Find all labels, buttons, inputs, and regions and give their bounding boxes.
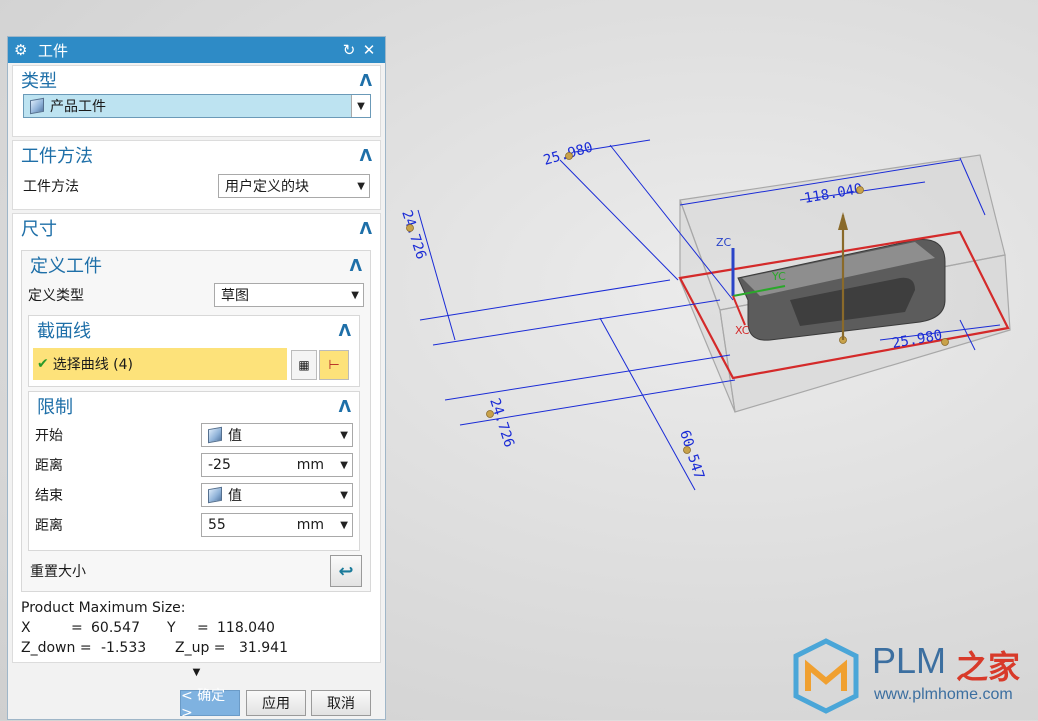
start-value: 值: [228, 428, 242, 444]
close-icon[interactable]: ✕: [359, 41, 379, 59]
axis-yc-label: YC: [771, 270, 786, 283]
dimension-left-upper[interactable]: 24.726: [398, 208, 429, 261]
zdown-label: Z_down =: [21, 640, 92, 656]
plm-logo-icon: [793, 638, 859, 714]
graphics-viewport[interactable]: 25.980 118.040 24.726 24.726 25.980 60.5…: [386, 36, 1038, 636]
checkmark-icon: ✔: [37, 356, 49, 372]
axis-xc-label: XC: [735, 324, 750, 337]
collapse-chevron-icon[interactable]: ᐱ: [350, 256, 362, 275]
distance-start-unit: mm: [296, 457, 324, 473]
chevron-down-icon: ▼: [351, 289, 359, 301]
ok-button[interactable]: < 确定 >: [180, 688, 240, 721]
method-group-header[interactable]: 工件方法 ᐱ: [13, 141, 380, 169]
workpiece-dialog: ⚙ 工件 ↻ ✕ 类型 ᐱ 产品工件 ▼ 工件方法 ᐱ 工件方法 用户定义的块 …: [7, 36, 386, 721]
value-cube-icon: [208, 426, 222, 444]
method-group: 工件方法 ᐱ 工件方法 用户定义的块 ▼: [12, 140, 381, 210]
method-select-value: 用户定义的块: [225, 179, 309, 195]
select-curve-row[interactable]: ✔ 选择曲线 (4): [33, 348, 287, 380]
type-group: 类型 ᐱ 产品工件 ▼: [12, 65, 381, 137]
chevron-down-icon: ▼: [357, 180, 365, 192]
reset-icon[interactable]: ↻: [339, 41, 359, 59]
value-cube-icon: [208, 486, 222, 504]
y-value: 118.040: [217, 620, 275, 636]
chevron-down-icon[interactable]: ▼: [340, 514, 348, 536]
collapse-chevron-icon[interactable]: ᐱ: [360, 71, 372, 90]
product-size-title: Product Maximum Size:: [21, 600, 186, 616]
start-select[interactable]: 值 ▼: [201, 423, 353, 447]
distance-end-unit: mm: [296, 517, 324, 533]
resize-button[interactable]: ↩: [330, 555, 362, 587]
define-workpiece-title: 定义工件: [30, 256, 102, 277]
section-curve-header[interactable]: 截面线 ᐱ: [29, 316, 359, 344]
dimension-left-lower[interactable]: 24.726: [486, 396, 517, 449]
zup-label: Z_up =: [175, 640, 226, 656]
define-workpiece-group: 定义工件 ᐱ 定义类型 草图 ▼ 截面线 ᐱ ✔ 选择曲线 (4) ▦ ⊢ 限制…: [21, 250, 371, 592]
size-group-header[interactable]: 尺寸 ᐱ: [13, 214, 380, 242]
type-select[interactable]: 产品工件 ▼: [23, 94, 371, 118]
product-cube-icon: [30, 97, 44, 115]
method-group-title: 工件方法: [21, 146, 93, 167]
distance-end-value: 55: [208, 517, 226, 533]
distance-start-label: 距离: [35, 458, 63, 474]
define-type-select[interactable]: 草图 ▼: [214, 283, 364, 307]
x-label: X: [21, 620, 31, 636]
collapse-chevron-icon[interactable]: ᐱ: [339, 321, 351, 340]
method-select[interactable]: 用户定义的块 ▼: [218, 174, 370, 198]
distance-end-label: 距离: [35, 518, 63, 534]
collapse-chevron-icon[interactable]: ᐱ: [339, 397, 351, 416]
type-group-header[interactable]: 类型 ᐱ: [13, 66, 380, 94]
more-options-icon[interactable]: ▼: [8, 667, 385, 678]
end-select[interactable]: 值 ▼: [201, 483, 353, 507]
start-label: 开始: [35, 428, 63, 444]
type-select-value: 产品工件: [50, 99, 106, 115]
watermark-url: www.plmhome.com: [874, 686, 1013, 703]
gear-icon: ⚙: [14, 41, 28, 59]
size-group-title: 尺寸: [21, 219, 57, 240]
size-group: 尺寸 ᐱ 定义工件 ᐱ 定义类型 草图 ▼ 截面线 ᐱ ✔ 选择曲线 (4) ▦…: [12, 213, 381, 663]
distance-end-input[interactable]: 55 mm ▼: [201, 513, 353, 537]
watermark-brand: PLM: [872, 640, 947, 681]
plmhome-watermark: PLM 之家 www.plmhome.com: [786, 636, 1036, 716]
zdown-value: -1.533: [101, 640, 147, 656]
x-eq: =: [71, 620, 83, 636]
sketch-section-icon[interactable]: ▦: [291, 350, 317, 380]
y-label: Y: [167, 620, 176, 636]
select-curve-label: 选择曲线 (4): [52, 357, 134, 373]
product-size-info: Product Maximum Size: X = 60.547 Y = 118…: [21, 598, 288, 658]
chevron-down-icon: ▼: [340, 489, 348, 501]
chevron-down-icon[interactable]: ▼: [340, 454, 348, 476]
resize-label: 重置大小: [30, 564, 86, 580]
dialog-titlebar: ⚙ 工件 ↻ ✕: [8, 37, 385, 63]
section-curve-title: 截面线: [37, 321, 91, 342]
apply-button[interactable]: 应用: [246, 690, 306, 716]
type-group-title: 类型: [21, 71, 57, 92]
cancel-button[interactable]: 取消: [311, 690, 371, 716]
chevron-down-icon: ▼: [351, 95, 370, 117]
dimension-bottom[interactable]: 60.547: [676, 428, 707, 481]
chevron-down-icon: ▼: [340, 429, 348, 441]
zup-value: 31.941: [239, 640, 288, 656]
limit-header[interactable]: 限制 ᐱ: [29, 392, 359, 420]
limit-group: 限制 ᐱ 开始 值 ▼ 距离 -25 mm ▼ 结束 值 ▼ 距离 55 mm …: [28, 391, 360, 551]
collapse-chevron-icon[interactable]: ᐱ: [360, 146, 372, 165]
define-workpiece-header[interactable]: 定义工件 ᐱ: [22, 251, 370, 279]
limit-title: 限制: [37, 397, 73, 418]
method-label: 工件方法: [23, 179, 79, 195]
y-eq: =: [197, 620, 209, 636]
dialog-title: 工件: [38, 41, 69, 60]
curve-select-icon[interactable]: ⊢: [319, 350, 349, 380]
end-value: 值: [228, 488, 242, 504]
section-curve-group: 截面线 ᐱ ✔ 选择曲线 (4) ▦ ⊢: [28, 315, 360, 387]
axis-zc-label: ZC: [716, 236, 732, 249]
collapse-chevron-icon[interactable]: ᐱ: [360, 219, 372, 238]
x-value: 60.547: [91, 620, 140, 636]
define-type-value: 草图: [221, 288, 249, 304]
end-label: 结束: [35, 488, 63, 504]
watermark-brand-cn: 之家: [956, 648, 1021, 686]
define-type-label: 定义类型: [28, 288, 84, 304]
distance-start-input[interactable]: -25 mm ▼: [201, 453, 353, 477]
distance-start-value: -25: [208, 457, 231, 473]
